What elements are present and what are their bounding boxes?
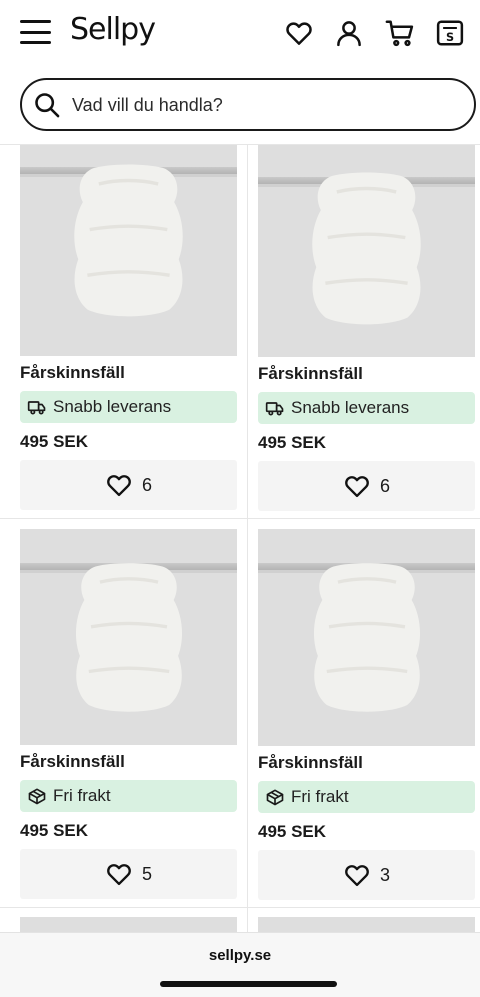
row-divider	[0, 907, 480, 908]
badge-label: Fri frakt	[53, 786, 111, 805]
like-count: 6	[379, 475, 390, 496]
product-image[interactable]	[258, 529, 475, 746]
sell-bag-icon[interactable]: S	[435, 18, 465, 48]
badge-label: Fri frakt	[291, 787, 349, 806]
favorites-heart-icon[interactable]	[284, 18, 314, 48]
shopping-cart-icon[interactable]	[385, 18, 415, 48]
product-image[interactable]	[20, 529, 237, 745]
product-card[interactable]: Fårskinnsfäll Fri frakt 495 SEK 5	[20, 529, 237, 899]
search-input[interactable]	[72, 90, 462, 120]
product-grid: Fårskinnsfäll Snabb leverans 495 SEK 6 F…	[0, 145, 480, 935]
search-bar[interactable]	[20, 78, 476, 131]
heart-icon	[107, 475, 131, 497]
sellpy-logo[interactable]: Sellpy	[70, 12, 156, 47]
badge-label: Snabb leverans	[291, 398, 410, 417]
product-price: 495 SEK	[20, 432, 89, 451]
sheepskin-image	[313, 563, 421, 712]
url-label[interactable]: sellpy.se	[0, 947, 480, 964]
package-icon	[266, 789, 284, 806]
shipping-badge: Fri frakt	[258, 781, 475, 813]
favorite-button[interactable]: 3	[258, 850, 475, 900]
account-user-icon[interactable]	[334, 18, 364, 48]
product-image[interactable]	[258, 145, 475, 357]
like-count: 5	[141, 863, 152, 884]
delivery-badge: Snabb leverans	[20, 391, 237, 423]
product-image[interactable]	[20, 145, 237, 356]
truck-icon	[27, 401, 46, 415]
favorite-button[interactable]: 5	[20, 849, 237, 899]
like-count: 3	[379, 864, 390, 885]
favorite-button[interactable]: 6	[20, 460, 237, 510]
heart-icon	[345, 476, 369, 498]
truck-icon	[265, 402, 284, 416]
badge-label: Snabb leverans	[53, 397, 172, 416]
row-divider	[0, 518, 480, 519]
menu-icon[interactable]	[20, 20, 51, 44]
favorite-button[interactable]: 6	[258, 461, 475, 511]
heart-icon	[107, 864, 131, 886]
svg-text:S: S	[446, 31, 454, 44]
top-header: Sellpy S	[0, 0, 480, 66]
product-price: 495 SEK	[258, 433, 327, 452]
home-indicator[interactable]	[160, 981, 337, 987]
product-card[interactable]: Fårskinnsfäll Snabb leverans 495 SEK 6	[258, 145, 475, 511]
package-icon	[28, 788, 46, 805]
product-card[interactable]: Fårskinnsfäll Fri frakt 495 SEK 3	[258, 529, 475, 900]
product-card[interactable]: Fårskinnsfäll Snabb leverans 495 SEK 6	[20, 145, 237, 510]
product-title[interactable]: Fårskinnsfäll	[20, 362, 237, 384]
heart-icon	[345, 865, 369, 887]
browser-bottom-bar: sellpy.se	[0, 932, 480, 997]
product-price: 495 SEK	[258, 822, 327, 841]
search-icon	[35, 93, 60, 118]
column-divider	[247, 145, 248, 935]
shipping-badge: Fri frakt	[20, 780, 237, 812]
sheepskin-image	[75, 563, 183, 712]
sheepskin-image	[312, 172, 421, 325]
like-count: 6	[141, 474, 152, 495]
product-title[interactable]: Fårskinnsfäll	[258, 363, 475, 385]
product-price: 495 SEK	[20, 821, 89, 840]
product-title[interactable]: Fårskinnsfäll	[258, 752, 475, 774]
delivery-badge: Snabb leverans	[258, 392, 475, 424]
sheepskin-image	[74, 164, 183, 317]
product-title[interactable]: Fårskinnsfäll	[20, 751, 237, 773]
